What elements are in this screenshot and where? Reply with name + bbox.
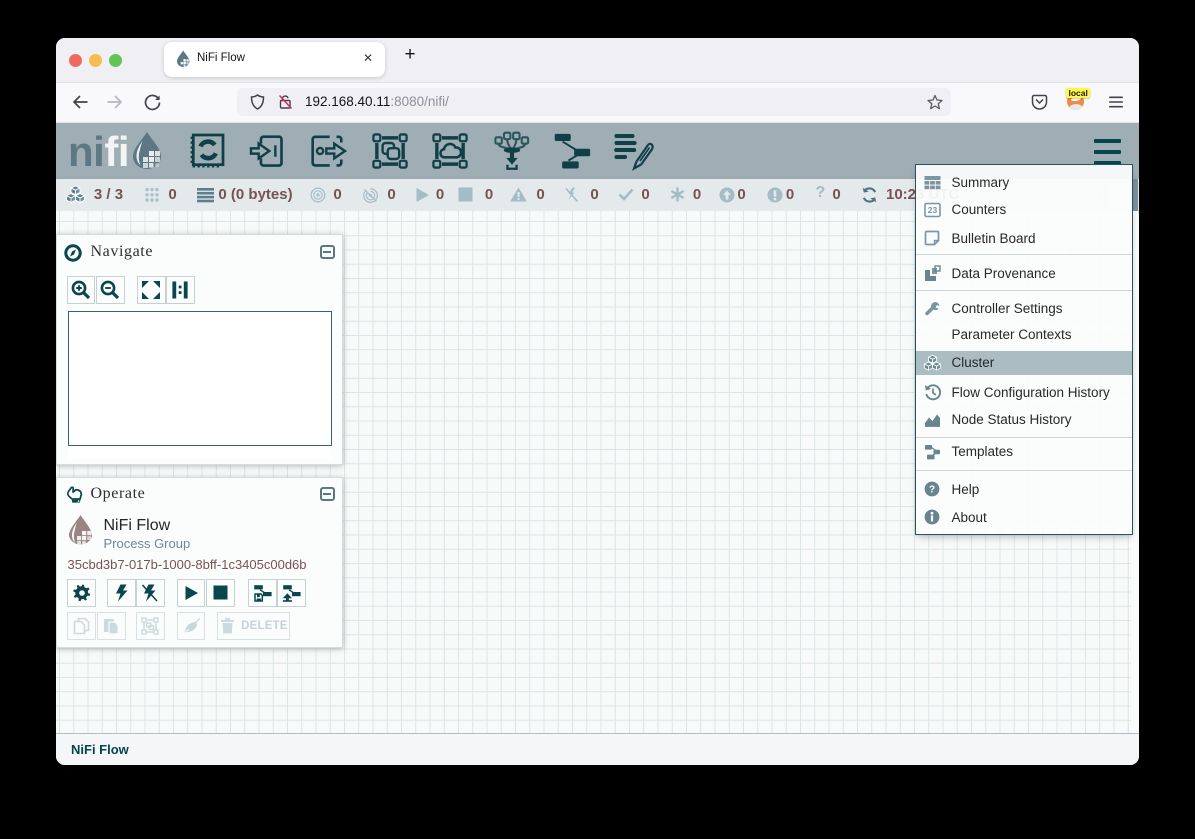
svg-text:23: 23 (927, 205, 937, 215)
svg-text:?: ? (929, 485, 935, 496)
